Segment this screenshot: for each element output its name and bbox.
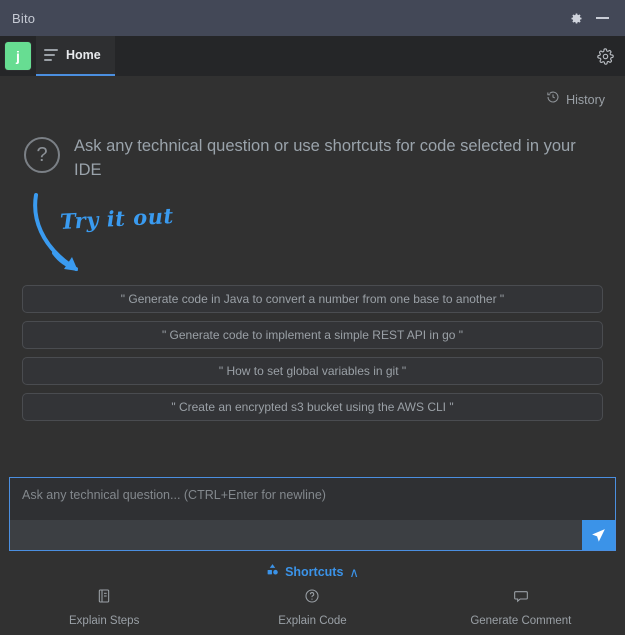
shortcuts-label: Shortcuts [285, 565, 344, 579]
action-label: Explain Code [278, 615, 347, 627]
tab-bar: j Home [0, 36, 625, 76]
suggestion-item[interactable]: " Generate code to implement a simple RE… [22, 320, 603, 349]
gear-icon[interactable] [563, 5, 589, 31]
product-icon-container: j [0, 36, 36, 76]
window-title: Bito [12, 10, 36, 26]
question-input[interactable]: Ask any technical question... (CTRL+Ente… [10, 478, 615, 520]
intellij-product-icon[interactable]: j [5, 42, 31, 70]
tab-bar-spacer [115, 36, 585, 76]
suggestion-item[interactable]: " How to set global variables in git " [22, 356, 603, 385]
question-input-container[interactable]: Ask any technical question... (CTRL+Ente… [9, 477, 616, 551]
shortcuts-toggle[interactable]: Shortcuts ∧ [0, 563, 625, 581]
hamburger-icon [44, 49, 58, 61]
action-label: Explain Steps [69, 615, 140, 627]
steps-document-icon [96, 588, 112, 609]
window-titlebar: Bito [0, 0, 625, 36]
suggestion-list: " Generate code in Java to convert a num… [0, 284, 625, 421]
send-button[interactable] [582, 520, 615, 550]
suggestion-item[interactable]: " Generate code in Java to convert a num… [22, 284, 603, 313]
headline-block: ? Ask any technical question or use shor… [0, 109, 625, 183]
action-explain-steps[interactable]: Explain Steps [0, 588, 208, 627]
comment-icon [513, 588, 529, 609]
suggestion-item[interactable]: " Create an encrypted s3 bucket using th… [22, 392, 603, 421]
gear-icon[interactable] [585, 36, 625, 76]
action-generate-comment[interactable]: Generate Comment [417, 588, 625, 627]
history-clock-icon [546, 90, 560, 109]
tab-home[interactable]: Home [36, 36, 115, 76]
history-label: History [566, 92, 605, 107]
action-explain-code[interactable]: Explain Code [208, 588, 416, 627]
tab-home-label: Home [66, 48, 101, 62]
shortcut-actions: Explain Steps Explain Code Generate Comm… [0, 588, 625, 635]
question-circle-icon [304, 588, 320, 609]
panel-content: History ? Ask any technical question or … [0, 76, 625, 635]
try-it-out-callout: Try it out [0, 192, 625, 285]
page-title: Ask any technical question or use shortc… [74, 137, 576, 179]
input-toolbar [10, 520, 615, 550]
chevron-up-icon: ∧ [349, 564, 359, 580]
question-circle-icon: ? [24, 137, 60, 173]
minimize-icon[interactable] [589, 5, 615, 31]
shapes-icon [266, 563, 279, 581]
try-it-out-label: Try it out [59, 202, 175, 234]
send-paper-plane-icon [592, 528, 605, 542]
action-label: Generate Comment [470, 615, 572, 627]
bito-panel: Bito j Home History ? Ask any technical … [0, 0, 625, 635]
history-button[interactable]: History [0, 76, 625, 109]
